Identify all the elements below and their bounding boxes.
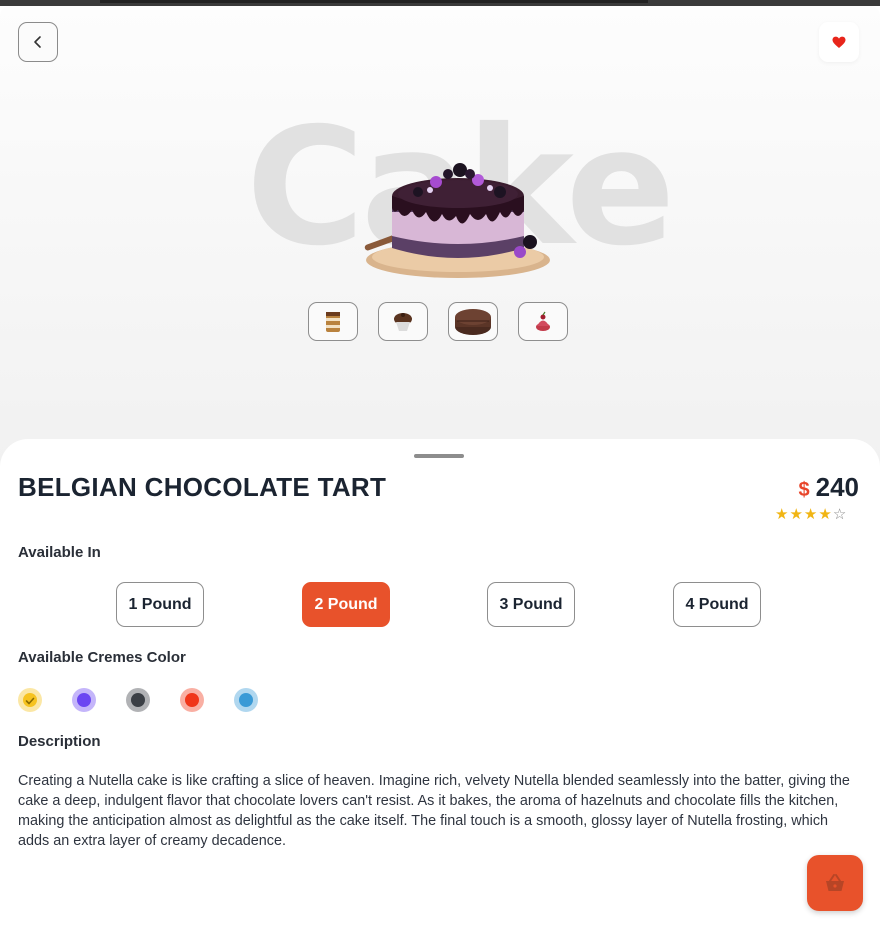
chocolate-cake-icon (455, 308, 491, 335)
thumb-chocolate-cake[interactable] (448, 302, 498, 341)
size-option-2[interactable]: 2 Pound (302, 582, 390, 627)
shopping-basket-icon (826, 874, 844, 891)
sheet-drag-handle[interactable] (414, 454, 464, 458)
price-amount: 240 (815, 472, 859, 502)
size-option-4[interactable]: 4 Pound (673, 582, 761, 627)
product-description: Creating a Nutella cake is like crafting… (18, 773, 850, 849)
product-hero: Cake (0, 6, 880, 466)
size-option-3[interactable]: 3 Pound (487, 582, 575, 627)
cupcake-icon (394, 312, 412, 331)
creme-color-dot (185, 693, 199, 707)
creme-color-swatch-1[interactable] (18, 688, 42, 712)
creme-color-swatch-2[interactable] (72, 688, 96, 712)
chevron-left-icon (34, 36, 41, 48)
size-option-1[interactable]: 1 Pound (116, 582, 204, 627)
creme-color-dot (131, 693, 145, 707)
star-filled-icon: ★ (789, 505, 804, 523)
heart-icon (832, 36, 846, 48)
cremes-color-label: Available Cremes Color (18, 649, 186, 666)
product-details-sheet (0, 439, 880, 927)
favorite-button[interactable] (819, 22, 859, 62)
description-label: Description (18, 733, 101, 750)
cake-image (364, 163, 550, 278)
product-title: BELGIAN CHOCOLATE TART (18, 472, 387, 502)
cart-button[interactable] (807, 855, 863, 911)
star-filled-icon: ★ (775, 505, 790, 523)
checkmark-icon (25, 697, 35, 705)
product-price: $240 (798, 472, 859, 503)
star-filled-icon: ★ (818, 505, 833, 523)
creme-color-dot (239, 693, 253, 707)
thumbnail-strip (308, 302, 570, 342)
available-in-label: Available In (18, 544, 101, 561)
price-currency: $ (798, 479, 810, 501)
creme-color-swatch-5[interactable] (234, 688, 258, 712)
star-empty-icon: ☆ (832, 505, 848, 523)
thumb-cake-slice[interactable] (308, 302, 358, 341)
creme-color-swatch-4[interactable] (180, 688, 204, 712)
thumb-cupcake[interactable] (378, 302, 428, 341)
thumb-berry-dessert[interactable] (518, 302, 568, 341)
rating-stars: ★★★★☆ (775, 505, 847, 523)
creme-color-swatch-3[interactable] (126, 688, 150, 712)
berry-dessert-icon (536, 311, 550, 331)
cake-slice-icon (326, 311, 340, 332)
star-filled-icon: ★ (803, 505, 819, 523)
back-button[interactable] (18, 22, 58, 62)
creme-color-dot (23, 693, 37, 707)
creme-color-dot (77, 693, 91, 707)
